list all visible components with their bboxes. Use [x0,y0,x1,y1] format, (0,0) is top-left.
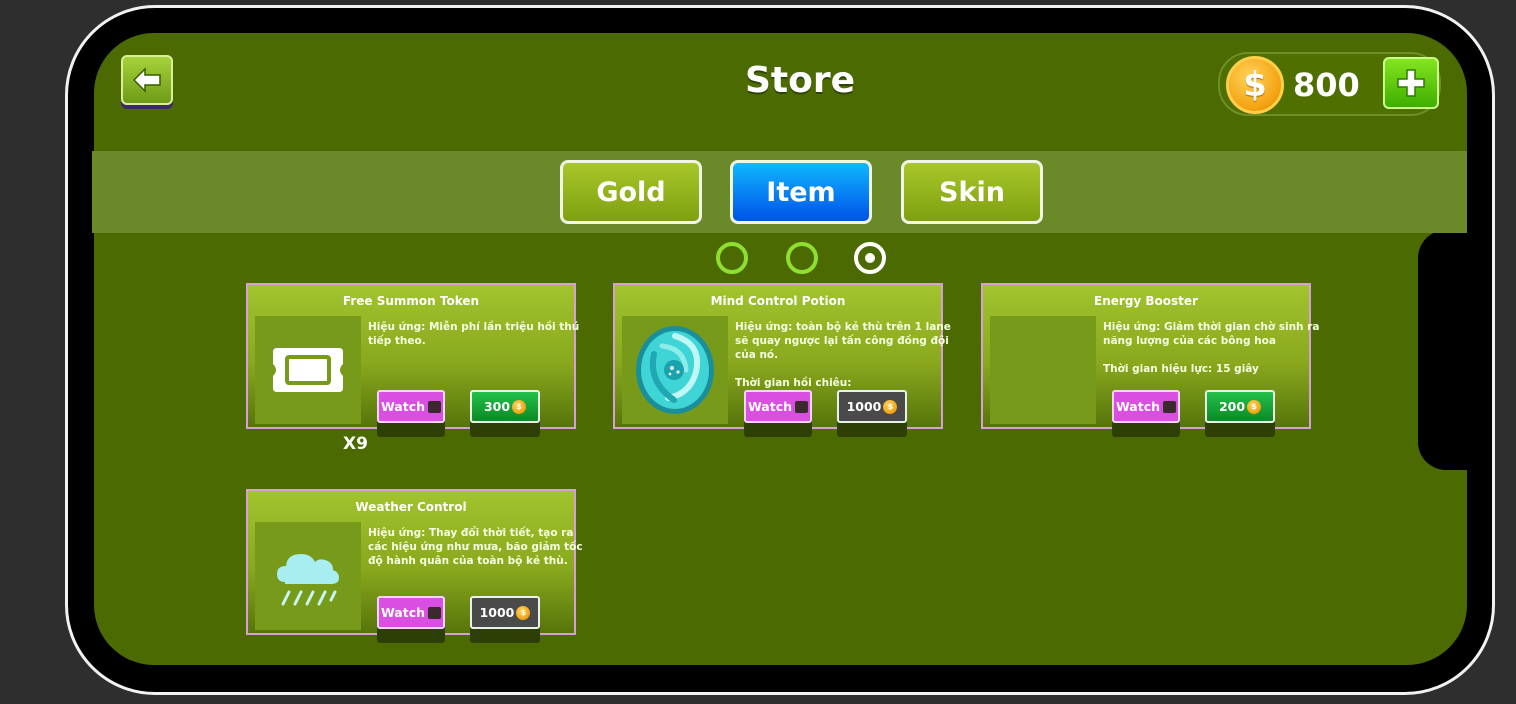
ticket-icon [273,348,343,392]
item-image [622,316,728,424]
rain-cloud-icon [277,554,339,606]
item-card-weather-control: Weather Control Hiệu ứng: Thay đổi thời … [246,489,583,635]
price-label: 1000 [479,605,515,620]
tab-item[interactable]: Item [730,160,872,224]
plus-icon [1397,69,1425,97]
tv-icon [1163,400,1177,413]
buy-button[interactable]: 1000 $ [837,390,907,423]
page-dot-3[interactable] [854,242,886,274]
item-description: Hiệu ứng: Thay đổi thời tiết, tạo ra các… [368,527,583,567]
tab-skin[interactable]: Skin [901,160,1043,224]
price-label: 300 [483,399,511,414]
device-notch [1418,230,1478,470]
watch-label: Watch [380,399,426,414]
page-dot-2[interactable] [786,242,818,274]
watch-label: Watch [1115,399,1161,414]
back-button[interactable] [121,55,173,105]
item-image: X9 [255,316,368,454]
watch-label: Watch [380,605,426,620]
item-name: Free Summon Token [342,294,480,308]
item-description: Hiệu ứng: toàn bộ kẻ thù trên 1 lane sẽ … [735,321,951,389]
watch-ad-button[interactable]: Watch [377,390,445,423]
item-image [990,316,1096,424]
coin-icon: $ [1247,399,1262,414]
item-name: Weather Control [355,500,467,514]
coin-icon: $ [883,399,898,414]
item-name: Energy Booster [1094,294,1198,308]
item-image [255,522,361,630]
watch-ad-button[interactable]: Watch [377,596,445,629]
item-description: Hiệu ứng: Miễn phí lần triệu hồi thú tiế… [368,321,580,347]
item-description: Hiệu ứng: Giảm thời gian chờ sinh ra năn… [1103,321,1320,375]
watch-ad-button[interactable]: Watch [1112,390,1180,423]
item-count: X9 [343,434,368,454]
page-title: Store [744,60,856,101]
buy-button[interactable]: 300 $ [470,390,540,423]
potion-swirl-icon [636,326,714,414]
buy-button[interactable]: 200 $ [1205,390,1275,423]
coin-icon: $ [1226,56,1284,114]
tv-icon [428,400,442,413]
coin-icon: $ [516,605,531,620]
item-card-mind-control-potion: Mind Control Potion Hiệu ứng: toàn bộ kẻ… [613,283,951,429]
item-card-energy-booster: Energy Booster Hiệu ứng: Giảm thời gian … [981,283,1319,429]
item-name: Mind Control Potion [710,294,846,308]
arrow-left-icon [132,67,161,93]
price-label: 200 [1218,399,1246,414]
coin-icon: $ [512,399,527,414]
price-label: 1000 [846,399,882,414]
tv-icon [428,606,442,619]
add-coins-button[interactable] [1383,57,1439,109]
tab-gold[interactable]: Gold [560,160,702,224]
buy-button[interactable]: 1000 $ [470,596,540,629]
tv-icon [795,400,809,413]
watch-ad-button[interactable]: Watch [744,390,812,423]
page-dot-1[interactable] [716,242,748,274]
coin-balance: 800 [1293,66,1360,104]
item-card-free-summon-token: Free Summon Token X9 Hiệu ứng: Miễn phí … [246,283,579,454]
watch-label: Watch [747,399,793,414]
